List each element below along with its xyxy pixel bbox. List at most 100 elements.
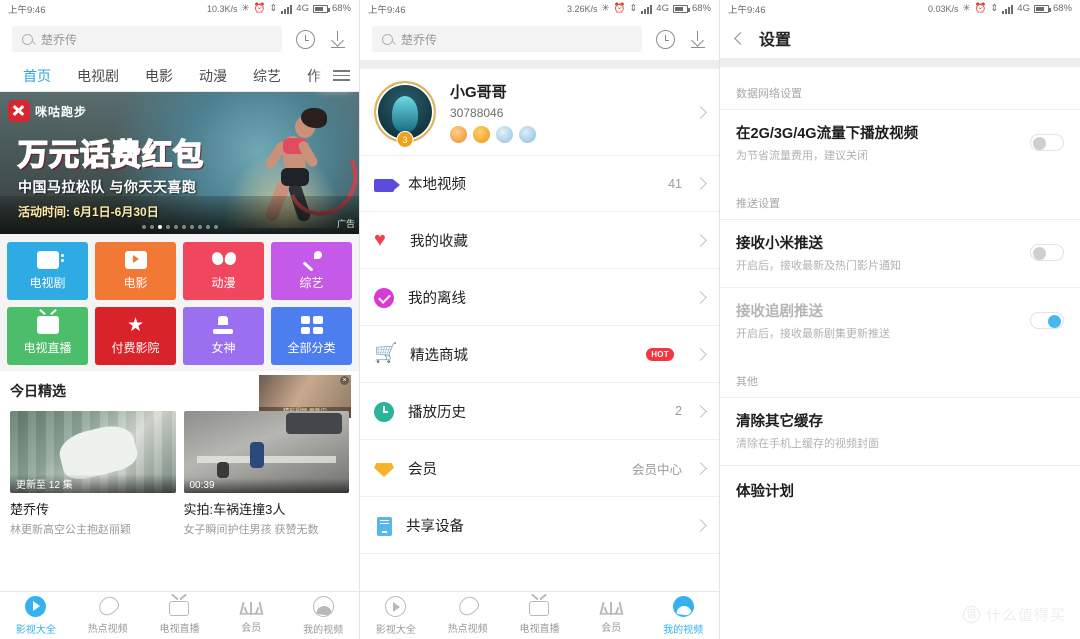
nav-item-movies[interactable]: 影视大全 bbox=[0, 595, 72, 636]
banner-ad-label: 广告 bbox=[336, 219, 355, 229]
live-tv-icon bbox=[36, 316, 59, 334]
banner-subhead: 中国马拉松队 与你天天喜跑 bbox=[18, 179, 197, 195]
menu-label: 共享设备 bbox=[406, 518, 464, 535]
menu-label: 我的收藏 bbox=[410, 233, 468, 250]
menu-item-local-video[interactable]: 本地视频 41 bbox=[360, 155, 719, 212]
chevron-right-icon bbox=[694, 347, 707, 361]
nav-item-live[interactable]: 电视直播 bbox=[504, 597, 576, 635]
panel-profile: 上午9:46 3.26K/s ✳ ⏰ ⇕ 4G 68% 楚乔传 3 小G哥哥 3… bbox=[360, 0, 720, 639]
video-card[interactable]: 更新至 12 集 楚乔传 林更新高空公主抱赵丽颖 bbox=[10, 411, 176, 537]
goddess-icon bbox=[212, 316, 235, 334]
nav-item-movies[interactable]: 影视大全 bbox=[360, 595, 432, 636]
search-icon bbox=[382, 33, 393, 45]
back-chevron-icon[interactable] bbox=[734, 31, 747, 45]
download-icon[interactable] bbox=[689, 30, 707, 48]
toggle-series-push[interactable] bbox=[1030, 312, 1064, 329]
menu-item-shared-device[interactable]: 共享设备 bbox=[360, 497, 719, 554]
profile-info: 小G哥哥 30788046 bbox=[450, 81, 682, 143]
setting-row-experience-plan[interactable]: 体验计划 bbox=[720, 465, 1080, 517]
category-grid-wrap: 电视剧 电影 动漫 综艺 电视直播 ★ 付费影院 女神 全部分类 bbox=[0, 234, 359, 371]
close-icon[interactable]: × bbox=[340, 376, 349, 385]
menu-item-store[interactable]: 🛒 精选商城 HOT bbox=[360, 326, 719, 383]
video-subtitle: 林更新高空公主抱赵丽颖 bbox=[10, 524, 131, 536]
category-grid: 电视剧 电影 动漫 综艺 电视直播 ★ 付费影院 女神 全部分类 bbox=[7, 242, 352, 365]
history-icon[interactable] bbox=[296, 29, 315, 49]
profile-header[interactable]: 3 小G哥哥 30788046 bbox=[360, 69, 719, 155]
video-thumbnail: 00:39 bbox=[183, 411, 349, 493]
bluetooth-icon: ✳ bbox=[241, 3, 250, 15]
nav-item-mine[interactable]: 我的视频 bbox=[647, 595, 719, 636]
migu-logo-icon bbox=[8, 100, 30, 122]
tv-series-icon bbox=[36, 251, 64, 269]
achievement-badge-icon bbox=[450, 126, 467, 143]
search-placeholder: 楚乔传 bbox=[401, 32, 438, 47]
setting-row-series-push[interactable]: 接收追剧推送 开启后，接收最新剧集更新推送 bbox=[720, 287, 1080, 355]
anime-icon bbox=[213, 251, 235, 269]
avatar-figure bbox=[392, 95, 418, 132]
alarm-icon: ⏰ bbox=[253, 3, 266, 15]
category-variety[interactable]: 综艺 bbox=[271, 242, 352, 300]
status-time: 上午9:46 bbox=[8, 5, 46, 16]
fire-icon bbox=[455, 592, 482, 620]
category-label: 全部分类 bbox=[287, 341, 336, 355]
star-icon: ★ bbox=[126, 315, 145, 336]
level-badge: 3 bbox=[396, 131, 414, 148]
tab-anime[interactable]: 动漫 bbox=[186, 66, 240, 86]
nav-label: 会员 bbox=[241, 622, 262, 634]
category-goddess[interactable]: 女神 bbox=[183, 307, 264, 365]
promo-banner[interactable]: 咪咕跑步 万元话费红包 中国马拉松队 与你天天喜跑 活动时间: 6月1日-6月3… bbox=[0, 92, 359, 234]
menu-hamburger-icon[interactable] bbox=[323, 60, 359, 91]
nav-item-hot[interactable]: 热点视频 bbox=[72, 592, 144, 635]
chevron-right-icon bbox=[694, 177, 707, 190]
nav-item-hot[interactable]: 热点视频 bbox=[432, 592, 504, 635]
nav-item-live[interactable]: 电视直播 bbox=[144, 597, 216, 635]
category-tv-series[interactable]: 电视剧 bbox=[7, 242, 88, 300]
settings-group-label-network: 数据网络设置 bbox=[736, 88, 802, 100]
category-all[interactable]: 全部分类 bbox=[271, 307, 352, 365]
nav-label: 热点视频 bbox=[87, 624, 128, 635]
achievement-badge-icon bbox=[496, 126, 513, 143]
toggle-mobile-data-play[interactable] bbox=[1030, 134, 1064, 151]
tab-variety[interactable]: 综艺 bbox=[240, 66, 294, 86]
search-input[interactable]: 楚乔传 bbox=[12, 26, 282, 52]
chevron-right-icon bbox=[694, 518, 707, 532]
menu-item-favorites[interactable]: ♥ 我的收藏 bbox=[360, 212, 719, 269]
tab-home[interactable]: 首页 bbox=[10, 66, 64, 86]
history-icon[interactable] bbox=[656, 29, 675, 49]
menu-item-vip[interactable]: 会员 会员中心 bbox=[360, 440, 719, 497]
video-subtitle: 女子瞬间护住男孩 获赞无数 bbox=[183, 524, 319, 536]
profile-id: 30788046 bbox=[450, 106, 504, 120]
nav-item-vip[interactable]: 会员 bbox=[575, 598, 647, 634]
setting-row-clear-cache[interactable]: 清除其它缓存 清除在手机上缓存的视频封面 bbox=[720, 397, 1080, 465]
setting-title: 接收小米推送 bbox=[736, 236, 823, 252]
menu-item-offline[interactable]: 我的离线 bbox=[360, 269, 719, 326]
status-time: 上午9:46 bbox=[728, 5, 766, 16]
banner-pagination-dots[interactable] bbox=[0, 225, 359, 229]
battery-icon bbox=[312, 5, 330, 13]
video-badge: 00:39 bbox=[183, 478, 349, 493]
achievement-badge-icon bbox=[473, 126, 490, 143]
nav-item-mine[interactable]: 我的视频 bbox=[287, 595, 359, 636]
profile-menu: 本地视频 41 ♥ 我的收藏 我的离线 🛒 精选商城 HOT 播放历史 2 会员… bbox=[360, 155, 719, 554]
category-paid-cinema[interactable]: ★ 付费影院 bbox=[95, 307, 176, 365]
category-movie[interactable]: 电影 bbox=[95, 242, 176, 300]
setting-title: 清除其它缓存 bbox=[736, 414, 823, 430]
category-live-tv[interactable]: 电视直播 bbox=[7, 307, 88, 365]
heart-icon: ♥ bbox=[374, 229, 386, 251]
setting-row-xiaomi-push[interactable]: 接收小米推送 开启后，接收最新及热门影片通知 bbox=[720, 219, 1080, 287]
search-input[interactable]: 楚乔传 bbox=[372, 26, 642, 52]
tab-tv-series[interactable]: 电视剧 bbox=[64, 66, 132, 86]
avatar[interactable]: 3 bbox=[374, 81, 436, 148]
category-anime[interactable]: 动漫 bbox=[183, 242, 264, 300]
toggle-xiaomi-push[interactable] bbox=[1030, 244, 1064, 261]
download-icon[interactable] bbox=[329, 30, 347, 48]
history-clock-icon bbox=[374, 401, 394, 422]
tab-movie[interactable]: 电影 bbox=[132, 66, 186, 86]
video-card[interactable]: 00:39 实拍:车祸连撞3人 女子瞬间护住男孩 获赞无数 bbox=[183, 411, 349, 537]
achievement-badge-icon bbox=[519, 126, 536, 143]
setting-row-mobile-data-play[interactable]: 在2G/3G/4G流量下播放视频 为节省流量费用，建议关闭 bbox=[720, 109, 1080, 177]
play-circle-icon bbox=[25, 595, 47, 617]
nav-item-vip[interactable]: 会员 bbox=[215, 598, 287, 634]
variety-mic-icon bbox=[301, 251, 323, 269]
menu-item-history[interactable]: 播放历史 2 bbox=[360, 383, 719, 440]
